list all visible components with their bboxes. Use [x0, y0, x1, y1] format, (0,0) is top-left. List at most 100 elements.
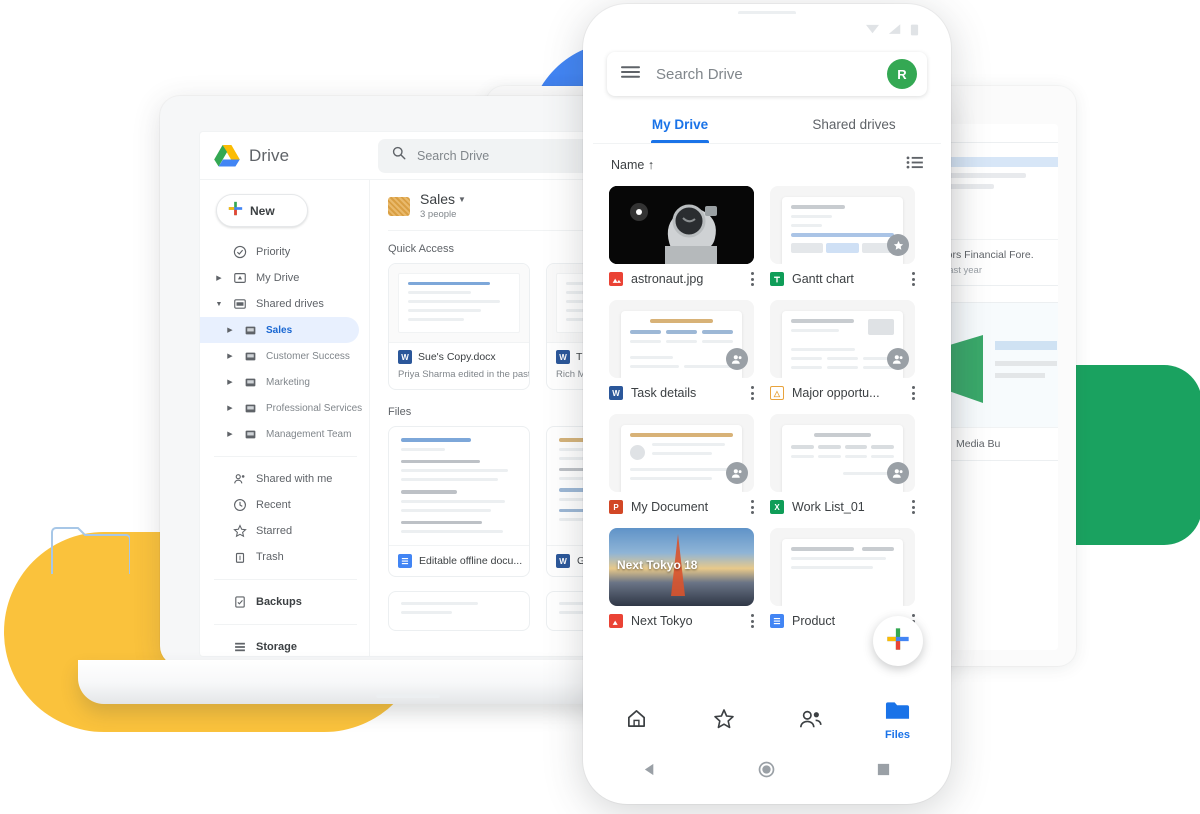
decorative-folder-outline-icon: [50, 526, 130, 576]
star-icon: [232, 523, 248, 539]
phone-bottom-nav: Files: [593, 692, 941, 750]
grid-item[interactable]: △ Major opportu...: [770, 300, 915, 400]
file-name: doors Financial Fore.: [935, 249, 1034, 261]
sort-control[interactable]: Name ↑: [611, 158, 654, 172]
sidebar-item-label: Management Team: [266, 428, 352, 440]
plus-icon: [228, 201, 243, 221]
sidebar-item-my-drive[interactable]: ▶ My Drive: [200, 265, 369, 291]
more-options-icon[interactable]: [750, 500, 754, 514]
more-options-icon[interactable]: [750, 614, 754, 628]
shared-drives-icon: [232, 296, 248, 312]
screenshot-canvas: doors Financial Fore. e past year Media …: [0, 0, 1200, 814]
backup-icon: [232, 594, 248, 610]
more-options-icon[interactable]: [750, 386, 754, 400]
nav-home[interactable]: [593, 708, 680, 734]
phone-device: Search Drive R My Drive Shared drives Na…: [583, 4, 951, 804]
file-thumbnail: [770, 186, 915, 264]
sidebar-item-storage[interactable]: Storage: [200, 634, 369, 656]
grid-item[interactable]: P My Document: [609, 414, 754, 514]
folder-thumbnail-icon: [388, 196, 410, 216]
chevron-down-icon[interactable]: ▼: [458, 195, 466, 204]
file-row: P My Document: [609, 500, 754, 514]
sidebar-item-trash[interactable]: Trash: [200, 544, 369, 570]
tab-my-drive[interactable]: My Drive: [593, 108, 767, 143]
sidebar-item-starred[interactable]: Starred: [200, 518, 369, 544]
sidebar-item-sales[interactable]: ▶ Sales: [200, 317, 359, 343]
hamburger-menu-icon[interactable]: [621, 65, 640, 84]
nav-starred[interactable]: [680, 708, 767, 734]
folder-title: Sales: [420, 191, 456, 207]
drive-brand[interactable]: Drive: [200, 144, 370, 167]
create-fab-button[interactable]: [873, 616, 923, 666]
quick-access-card[interactable]: W Sue's Copy.docx Priya Sharma edited in…: [388, 263, 530, 390]
recents-square-icon[interactable]: [876, 762, 891, 782]
sidebar-item-backups[interactable]: Backups: [200, 589, 369, 615]
more-options-icon[interactable]: [911, 386, 915, 400]
sidebar-item-priority[interactable]: Priority: [200, 239, 369, 265]
chevron-right-icon[interactable]: ▶: [226, 326, 234, 334]
sort-label: Name: [611, 158, 645, 172]
chevron-right-icon[interactable]: ▶: [226, 378, 234, 386]
file-thumbnail-astronaut: [609, 186, 754, 264]
sidebar-item-management-team[interactable]: ▶ Management Team: [200, 421, 369, 447]
file-row: Next Tokyo: [609, 614, 754, 628]
grid-item[interactable]: ☰ Product: [770, 528, 915, 628]
sidebar-item-shared-with-me[interactable]: Shared with me: [200, 466, 369, 492]
nav-shared[interactable]: [767, 709, 854, 734]
phone-search-bar[interactable]: Search Drive R: [607, 52, 927, 96]
sidebar-item-customer-success[interactable]: ▶ Customer Success: [200, 343, 369, 369]
grid-item[interactable]: Next Tokyo 18 Next Tokyo: [609, 528, 754, 628]
file-row: Gantt chart: [770, 272, 915, 286]
sidebar-item-label: Recent: [256, 499, 291, 511]
tab-shared-drives[interactable]: Shared drives: [767, 108, 941, 143]
back-triangle-icon[interactable]: [643, 762, 658, 782]
more-options-icon[interactable]: [911, 500, 915, 514]
sidebar-item-recent[interactable]: Recent: [200, 492, 369, 518]
chevron-right-icon[interactable]: ▶: [226, 404, 234, 412]
file-meta: Priya Sharma edited in the past year: [398, 369, 530, 380]
team-drive-icon: [242, 374, 258, 390]
files-folder-icon: [885, 701, 910, 726]
shared-people-badge-icon: [726, 462, 748, 484]
file-card[interactable]: [388, 591, 530, 631]
people-icon: [232, 471, 248, 487]
file-card[interactable]: ☰ Editable offline docu...: [388, 426, 530, 577]
drive-sidebar: New Priority ▶ My Drive ▼ Shared drives …: [200, 180, 370, 656]
avatar[interactable]: R: [887, 59, 917, 89]
more-options-icon[interactable]: [750, 272, 754, 286]
sidebar-item-professional-services[interactable]: ▶ Professional Services: [200, 395, 369, 421]
new-button[interactable]: New: [216, 194, 308, 227]
chevron-down-icon[interactable]: ▼: [214, 301, 224, 308]
home-circle-icon[interactable]: [758, 761, 775, 783]
sidebar-item-label: Priority: [256, 246, 291, 258]
sidebar-item-marketing[interactable]: ▶ Marketing: [200, 369, 369, 395]
docs-icon: ☰: [398, 554, 412, 568]
search-placeholder: Search Drive: [656, 65, 743, 83]
file-card-footer: ☰ Editable offline docu...: [389, 545, 529, 576]
drive-brand-label: Drive: [249, 145, 290, 165]
chevron-right-icon[interactable]: ▶: [226, 430, 234, 438]
docs-icon: ☰: [770, 614, 784, 628]
sidebar-item-label: Backups: [256, 596, 302, 608]
grid-item[interactable]: X Work List_01: [770, 414, 915, 514]
nav-files[interactable]: Files: [854, 701, 941, 741]
grid-item[interactable]: Gantt chart: [770, 186, 915, 286]
phone-screen: Search Drive R My Drive Shared drives Na…: [593, 14, 941, 794]
more-options-icon[interactable]: [911, 272, 915, 286]
chevron-right-icon[interactable]: ▶: [214, 274, 224, 282]
shared-people-icon: [799, 709, 823, 734]
grid-item[interactable]: astronaut.jpg: [609, 186, 754, 286]
slide-preview-graphic: [939, 335, 1057, 403]
file-name: Work List_01: [792, 500, 865, 514]
doc-preview: [621, 311, 742, 378]
file-thumbnail: [609, 414, 754, 492]
doc-preview: [621, 425, 742, 492]
chevron-right-icon[interactable]: ▶: [226, 352, 234, 360]
sidebar-item-label: Storage: [256, 641, 297, 653]
file-name: My Document: [631, 500, 709, 514]
clock-icon: [232, 497, 248, 513]
grid-item[interactable]: W Task details: [609, 300, 754, 400]
file-name: Gantt chart: [792, 272, 854, 286]
list-view-icon[interactable]: [906, 156, 923, 174]
sidebar-item-shared-drives[interactable]: ▼ Shared drives: [200, 291, 369, 317]
